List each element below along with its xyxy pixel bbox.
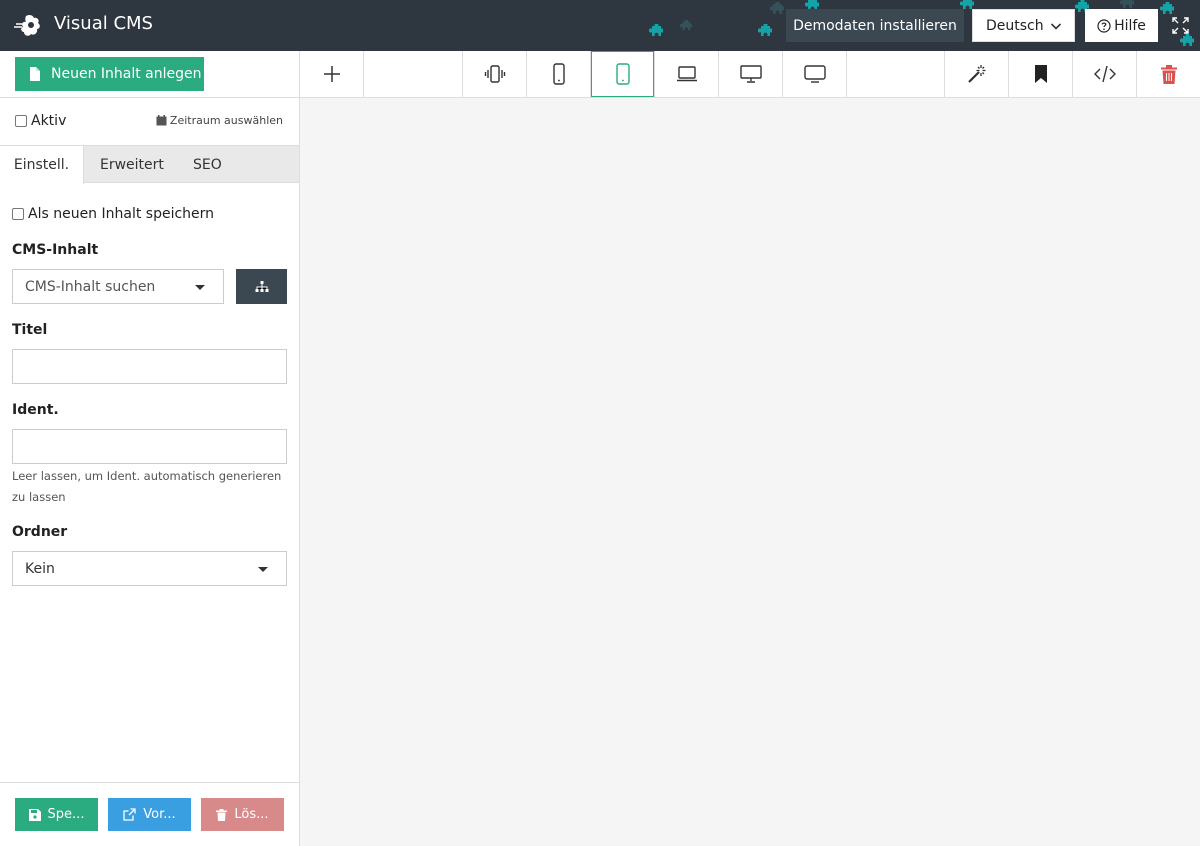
bookmark-button[interactable] (1009, 51, 1072, 97)
phone-icon (552, 63, 565, 85)
cms-content-placeholder: CMS-Inhalt suchen (25, 278, 156, 295)
active-checkbox[interactable]: Aktiv (15, 113, 66, 129)
editor-canvas[interactable] (300, 98, 1200, 846)
vibrate-phone-icon (484, 65, 505, 83)
tv-icon (803, 65, 826, 83)
trash-icon (216, 808, 228, 821)
new-content-button[interactable]: Neuen Inhalt anlegen (15, 57, 204, 91)
language-value: Deutsch (986, 17, 1044, 34)
language-select[interactable]: Deutsch (972, 9, 1075, 42)
save-button[interactable]: Spe... (15, 798, 98, 831)
install-demo-data-button[interactable]: Demodaten installieren (786, 9, 964, 42)
app-header: Visual CMS Demodaten installieren Deutsc… (0, 0, 1200, 51)
timerange-label: Zeitraum auswählen (169, 114, 283, 127)
delete-button[interactable]: Lös... (201, 798, 284, 831)
puzzle-decoration-icon (649, 24, 663, 36)
fullscreen-icon[interactable] (1172, 17, 1189, 34)
vibrate-phone-view-button[interactable] (463, 51, 526, 97)
new-content-label: Neuen Inhalt anlegen (51, 66, 202, 82)
add-block-button[interactable] (300, 51, 363, 97)
folder-label: Ordner (12, 524, 68, 540)
magic-wand-button[interactable] (945, 51, 1008, 97)
tablet-view-button[interactable] (591, 51, 654, 97)
editor-toolbar (300, 51, 1200, 98)
file-icon (30, 67, 40, 81)
delete-block-button[interactable] (1137, 51, 1200, 97)
caret-down-icon (195, 285, 205, 290)
divider (846, 51, 847, 97)
divider (363, 51, 364, 97)
tab-seo[interactable]: SEO (193, 146, 222, 183)
help-button[interactable]: Hilfe (1085, 9, 1158, 42)
puzzle-decoration-icon (758, 24, 772, 36)
laptop-view-button[interactable] (655, 51, 718, 97)
folder-select[interactable]: Kein (12, 551, 287, 586)
external-link-icon (123, 808, 136, 821)
ident-help-text: Leer lassen, um Ident. automatisch gener… (12, 469, 282, 504)
app-title: Visual CMS (54, 13, 153, 34)
calendar-icon (156, 115, 167, 126)
question-circle-icon (1097, 18, 1111, 33)
logo-icon (14, 14, 40, 36)
tablet-icon (615, 63, 630, 85)
title-label: Titel (12, 322, 48, 338)
puzzle-decoration-icon (680, 20, 692, 31)
save-as-new-checkbox-box[interactable] (12, 208, 24, 220)
cms-content-select[interactable]: CMS-Inhalt suchen (12, 269, 224, 304)
caret-down-icon (258, 567, 268, 572)
sitemap-button[interactable] (236, 269, 287, 304)
delete-label: Lös... (234, 807, 269, 822)
save-as-new-label: Als neuen Inhalt speichern (28, 206, 215, 222)
desktop-icon (739, 65, 762, 83)
sitemap-icon (255, 280, 268, 292)
title-input[interactable] (12, 349, 287, 384)
divider (0, 782, 299, 783)
add-icon (323, 66, 340, 82)
trash-icon (1160, 64, 1177, 84)
code-view-button[interactable] (1073, 51, 1136, 97)
phone-view-button[interactable] (527, 51, 590, 97)
active-checkbox-box[interactable] (15, 115, 27, 127)
sidebar-tabs: Einstell. Erweitert SEO (0, 145, 299, 184)
desktop-view-button[interactable] (719, 51, 782, 97)
help-label: Hilfe (1114, 17, 1146, 34)
tab-advanced[interactable]: Erweitert (100, 146, 164, 183)
magic-wand-icon (967, 65, 985, 83)
code-icon (1093, 65, 1116, 83)
divider (0, 97, 299, 98)
save-label: Spe... (47, 807, 85, 822)
tv-view-button[interactable] (783, 51, 846, 97)
preview-button[interactable]: Vor... (108, 798, 191, 831)
laptop-icon (676, 66, 697, 82)
preview-label: Vor... (143, 807, 176, 822)
timerange-link[interactable]: Zeitraum auswählen (156, 114, 283, 127)
chevron-down-icon (1050, 23, 1062, 30)
tab-settings[interactable]: Einstell. (0, 146, 84, 184)
save-as-new-checkbox[interactable]: Als neuen Inhalt speichern (12, 206, 214, 222)
puzzle-decoration-icon (1160, 2, 1174, 14)
ident-label: Ident. (12, 402, 59, 418)
cms-content-label: CMS-Inhalt (12, 242, 99, 258)
bookmark-icon (1034, 65, 1047, 83)
puzzle-decoration-icon (1180, 34, 1194, 46)
sidebar: Neuen Inhalt anlegen Aktiv Zeitraum ausw… (0, 51, 300, 846)
ident-input[interactable] (12, 429, 287, 464)
puzzle-decoration-icon (770, 2, 784, 14)
folder-value: Kein (25, 560, 55, 577)
active-label: Aktiv (31, 113, 67, 129)
floppy-disk-icon (28, 808, 41, 821)
